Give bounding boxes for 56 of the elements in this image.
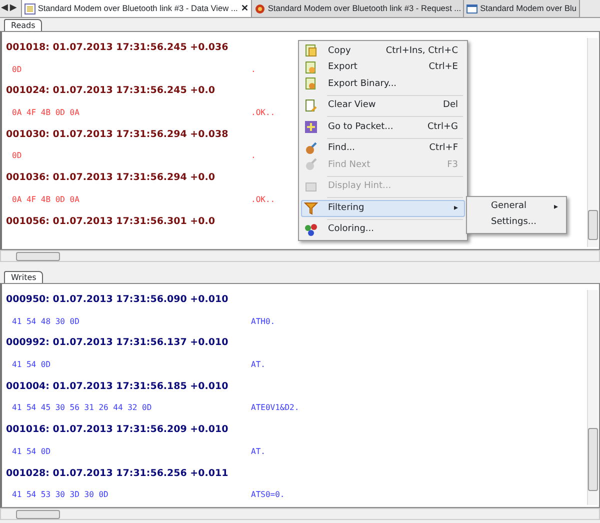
menu-item[interactable]: General ▸ xyxy=(469,199,564,215)
ascii-text: ATS0=0. xyxy=(251,490,285,500)
record-header: 001024: 01.07.2013 17:31:56.245 +0.0 xyxy=(6,84,215,98)
menu-item[interactable]: Export Ctrl+E xyxy=(301,60,465,76)
document-tab[interactable]: Standard Modem over Blu xyxy=(463,0,580,17)
page-icon xyxy=(304,98,318,113)
palette-icon xyxy=(304,222,318,237)
menu-item[interactable]: Go to Packet... Ctrl+G xyxy=(301,119,465,136)
document-tab[interactable]: Standard Modem over Bluetooth link #3 - Data View ... ✕ xyxy=(20,0,252,17)
hex-bytes: 41 54 53 30 3D 30 0D xyxy=(11,489,110,502)
menu-item[interactable]: Export Binary... xyxy=(301,76,465,92)
vertical-scrollbar[interactable] xyxy=(587,290,598,505)
close-button[interactable]: ✕ xyxy=(240,0,249,17)
window-icon xyxy=(466,2,478,14)
menu-item[interactable]: Copy Ctrl+Ins, Ctrl+C xyxy=(301,43,465,60)
horizontal-scrollbar[interactable] xyxy=(0,250,600,262)
ascii-text: . xyxy=(251,64,256,74)
back-button[interactable]: ◀ xyxy=(0,0,9,17)
document-icon xyxy=(24,2,36,14)
forward-button[interactable]: ▶ xyxy=(8,0,18,17)
menu-item[interactable]: Find... Ctrl+F xyxy=(301,140,465,157)
horizontal-scrollbar[interactable] xyxy=(0,508,600,520)
hex-bytes: 0D xyxy=(11,150,23,162)
record-header: 001056: 01.07.2013 17:31:56.301 +0.0 xyxy=(6,214,215,228)
copy-icon xyxy=(304,44,318,58)
menu-item[interactable]: Filtering ▸ xyxy=(301,200,465,216)
ascii-text: ATH0. xyxy=(251,316,276,326)
pane-tab[interactable]: Writes xyxy=(4,271,44,283)
hex-bytes: 0A 4F 4B 0D 0A xyxy=(11,107,80,120)
record-header: 001018: 01.07.2013 17:31:56.245 +0.036 xyxy=(6,41,228,55)
pane-tab[interactable]: Reads xyxy=(4,19,42,31)
record-header: 001030: 01.07.2013 17:31:56.294 +0.038 xyxy=(6,128,228,142)
record-header: 000950: 01.07.2013 17:31:56.090 +0.010 xyxy=(6,293,228,307)
record-header: 001036: 01.07.2013 17:31:56.294 +0.0 xyxy=(6,171,215,186)
document-tab[interactable]: Standard Modem over Bluetooth link #3 - Request ... xyxy=(250,0,464,17)
record-header: 001004: 01.07.2013 17:31:56.185 +0.010 xyxy=(6,380,228,394)
hex-bytes: 0D xyxy=(11,64,23,76)
hex-bytes: 0A 4F 4B 0D 0A xyxy=(11,194,80,206)
menu-item[interactable]: Coloring... xyxy=(301,222,465,238)
record-header: 001028: 01.07.2013 17:31:56.256 +0.011 xyxy=(6,466,228,480)
hex-bytes: 41 54 48 30 0D xyxy=(11,316,80,328)
ascii-text: AT. xyxy=(251,360,266,370)
ascii-text: ATE0V1&D2. xyxy=(251,403,300,412)
ascii-text: . xyxy=(251,151,256,160)
hex-bytes: 41 54 45 30 56 31 26 44 32 0D xyxy=(11,402,153,414)
menu-item[interactable]: Clear View Del xyxy=(301,98,465,114)
menu-item[interactable]: Settings... xyxy=(469,215,564,231)
funnel-icon xyxy=(304,201,318,216)
hex-bytes: 41 54 0D xyxy=(11,359,52,372)
ascii-text: .OK.. xyxy=(251,194,276,204)
ascii-text: AT. xyxy=(251,446,266,456)
hex-bytes: 41 54 0D xyxy=(11,446,52,458)
record-header: 000992: 01.07.2013 17:31:56.137 +0.010 xyxy=(6,336,228,350)
ascii-text: .OK.. xyxy=(251,108,276,118)
vertical-scrollbar[interactable] xyxy=(587,38,598,247)
record-header: 001016: 01.07.2013 17:31:56.209 +0.010 xyxy=(6,423,228,438)
